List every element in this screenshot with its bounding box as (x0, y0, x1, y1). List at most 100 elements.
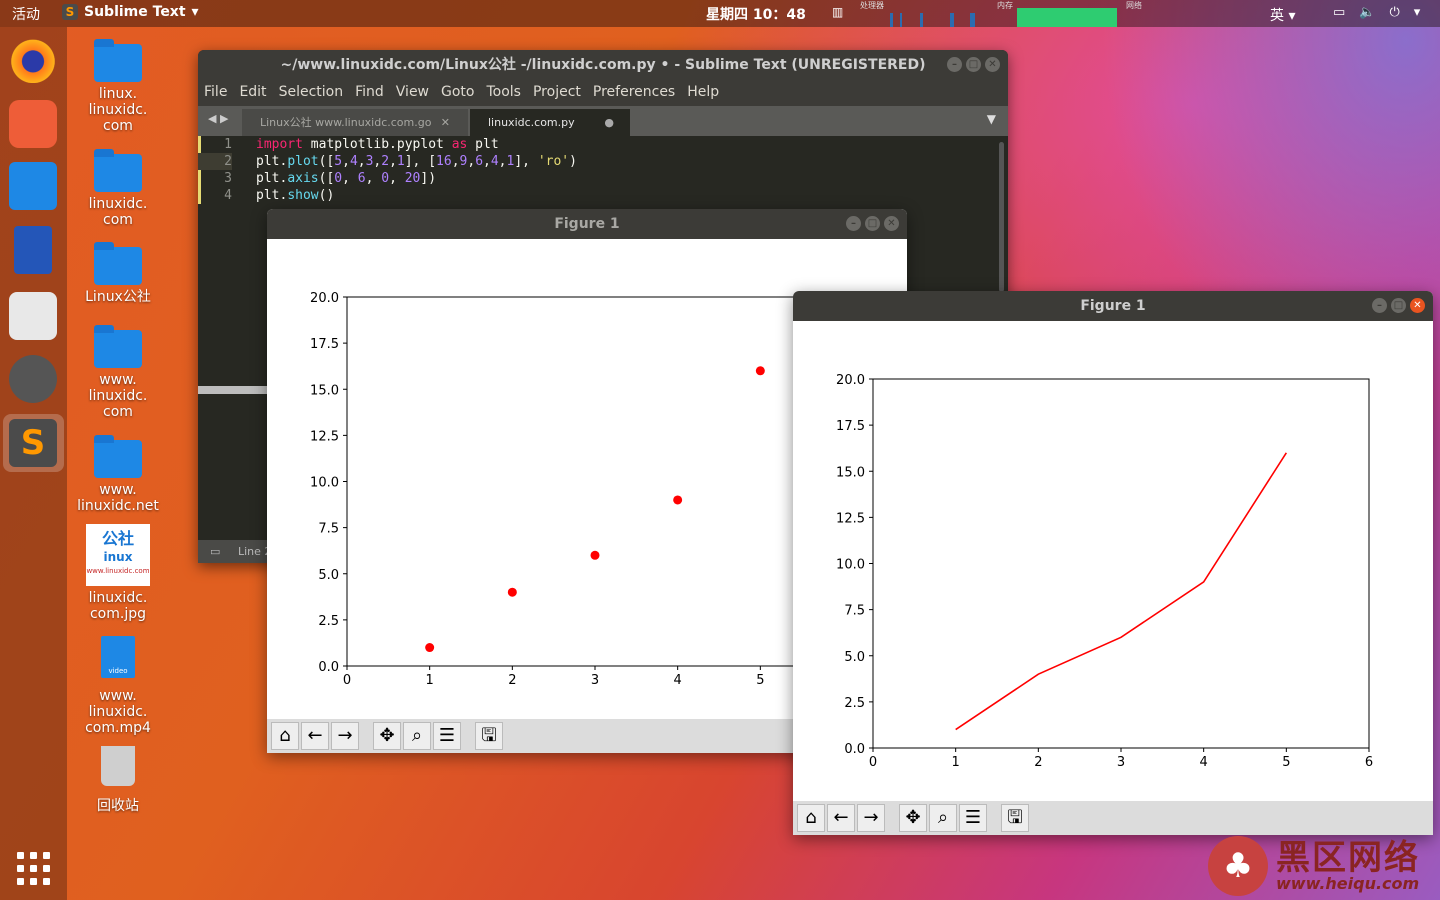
minimize-icon[interactable]: – (846, 216, 861, 231)
watermark-title: 黑区网络 (1276, 838, 1420, 878)
menu-preferences[interactable]: Preferences (593, 80, 675, 106)
tab-dropdown-icon[interactable]: ▼ (987, 112, 996, 126)
menu-selection[interactable]: Selection (279, 80, 344, 106)
minimize-icon[interactable]: – (1372, 298, 1387, 313)
watermark-url: www.heiqu.com (1276, 874, 1420, 893)
forward-arrow-icon[interactable]: → (331, 722, 359, 750)
maximize-icon[interactable]: □ (966, 57, 981, 72)
watermark: ♣ 黑区网络 www.heiqu.com (1208, 836, 1420, 896)
screenshot-app-icon[interactable] (9, 100, 57, 148)
menu-project[interactable]: Project (533, 80, 581, 106)
network-label: 网络 (1126, 1, 1142, 10)
camera-icon[interactable] (9, 355, 57, 403)
y-tick-label: 2.5 (844, 696, 865, 711)
menu-bar: File Edit Selection Find View Goto Tools… (198, 80, 1008, 106)
modified-dot-icon[interactable]: ● (604, 109, 614, 136)
desktop-label: www. linuxidc. com.mp4 (85, 688, 151, 736)
line-plot[interactable]: 0 1 2 3 4 5 6 0.0 2.5 5.0 7.5 10.0 12.5 15.0 17.5 20.0 (793, 321, 1433, 801)
desktop-folder[interactable]: Linux公社 (76, 242, 160, 305)
desktop-folder[interactable]: linuxidc. com (76, 149, 160, 228)
volume-icon[interactable]: 🔈 (1359, 5, 1375, 20)
y-tick-label: 15.0 (836, 465, 865, 480)
folder-icon (94, 435, 142, 478)
screen-icon[interactable]: ▭ (1333, 5, 1345, 20)
console-toggle-icon[interactable]: ▭ (210, 540, 220, 563)
writer-icon[interactable] (14, 226, 52, 274)
desktop-image-file[interactable]: 公社 inux www.linuxidc.com linuxidc. com.j… (76, 524, 160, 622)
back-arrow-icon[interactable]: ← (827, 804, 855, 832)
files-icon[interactable] (9, 162, 57, 210)
tab-bar: ◀ ▶ Linux公社 www.linuxidc.com.go ✕ linuxid… (198, 106, 1008, 136)
x-tick-label: 2 (508, 673, 516, 688)
power-icon[interactable]: ⏻ (1389, 5, 1399, 20)
desktop-video-file[interactable]: video www. linuxidc. com.mp4 (76, 636, 160, 736)
software-center-icon[interactable] (9, 292, 57, 340)
thumb-line: www.linuxidc.com (86, 567, 150, 575)
x-tick-label: 0 (869, 755, 877, 770)
menu-goto[interactable]: Goto (441, 80, 474, 106)
trash[interactable]: 回收站 (76, 746, 160, 814)
zoom-icon[interactable]: ⌕ (929, 804, 957, 832)
save-icon[interactable]: 🖫 (1001, 804, 1029, 832)
scrollbar[interactable] (999, 142, 1004, 292)
close-icon[interactable]: ✕ (1410, 298, 1425, 313)
tab-py-file[interactable]: linuxidc.com.py ● (470, 109, 630, 136)
pan-icon[interactable]: ✥ (373, 722, 401, 750)
y-tick-label: 15.0 (310, 383, 339, 398)
line-number: 4 (224, 188, 232, 203)
back-arrow-icon[interactable]: ← (301, 722, 329, 750)
desktop-folder[interactable]: www. linuxidc.net (76, 435, 160, 514)
folder-icon (94, 325, 142, 368)
tab-nav-arrows[interactable]: ◀ ▶ (208, 112, 228, 125)
save-icon[interactable]: 🖫 (475, 722, 503, 750)
home-icon[interactable]: ⌂ (271, 722, 299, 750)
desktop-folder[interactable]: www. linuxidc. com (76, 325, 160, 420)
minimize-icon[interactable]: – (947, 57, 962, 72)
menu-view[interactable]: View (396, 80, 429, 106)
cpu-monitor[interactable]: 处理器 (860, 0, 990, 27)
window-titlebar[interactable]: Figure 1 – □ ✕ (267, 209, 907, 239)
tab-go-file[interactable]: Linux公社 www.linuxidc.com.go ✕ (242, 109, 468, 136)
app-menu[interactable]: S Sublime Text ▾ (62, 4, 199, 20)
x-tick-label: 4 (1200, 755, 1208, 770)
input-method[interactable]: 英 ▾ (1270, 5, 1295, 25)
maximize-icon[interactable]: □ (1391, 298, 1406, 313)
menu-help[interactable]: Help (687, 80, 719, 106)
desktop-folder[interactable]: linux. linuxidc. com (76, 39, 160, 134)
home-icon[interactable]: ⌂ (797, 804, 825, 832)
line-gutter: 1 2 3 4 (198, 136, 250, 204)
menu-tools[interactable]: Tools (486, 80, 521, 106)
x-tick-label: 5 (756, 673, 764, 688)
sublime-dock-item[interactable]: S (3, 414, 64, 472)
maximize-icon[interactable]: □ (865, 216, 880, 231)
window-titlebar[interactable]: ~/www.linuxidc.com/Linux公社 -/linuxidc.co… (198, 50, 1008, 80)
menu-edit[interactable]: Edit (239, 80, 266, 106)
line-number: 2 (198, 153, 232, 170)
menu-find[interactable]: Find (355, 80, 384, 106)
system-tray[interactable]: ▭ 🔈 ⏻ ▾ (1333, 5, 1420, 20)
x-tick-label: 1 (952, 755, 960, 770)
chart-icon[interactable]: ▥ (832, 5, 843, 19)
firefox-icon[interactable] (9, 35, 57, 83)
x-tick-label: 4 (674, 673, 682, 688)
zoom-icon[interactable]: ⌕ (403, 722, 431, 750)
menu-file[interactable]: File (204, 80, 227, 106)
configure-subplots-icon[interactable]: ☰ (959, 804, 987, 832)
app-grid-icon[interactable] (17, 852, 50, 885)
window-titlebar[interactable]: Figure 1 – □ ✕ (793, 291, 1433, 321)
dock: S (0, 27, 67, 900)
close-icon[interactable]: ✕ (441, 109, 450, 136)
forward-arrow-icon[interactable]: → (857, 804, 885, 832)
network-monitor[interactable]: 网络 (1126, 0, 1246, 27)
pan-icon[interactable]: ✥ (899, 804, 927, 832)
folder-icon (94, 149, 142, 192)
configure-subplots-icon[interactable]: ☰ (433, 722, 461, 750)
clock[interactable]: 星期四 10：48 (706, 4, 806, 24)
memory-monitor[interactable]: 内存 (997, 0, 1117, 27)
mushroom-logo-icon: ♣ (1208, 836, 1268, 896)
desktop-label: Linux公社 (85, 289, 151, 305)
activities-button[interactable]: 活动 (12, 4, 40, 24)
close-icon[interactable]: ✕ (985, 57, 1000, 72)
close-icon[interactable]: ✕ (884, 216, 899, 231)
chevron-down-icon[interactable]: ▾ (1414, 5, 1421, 20)
